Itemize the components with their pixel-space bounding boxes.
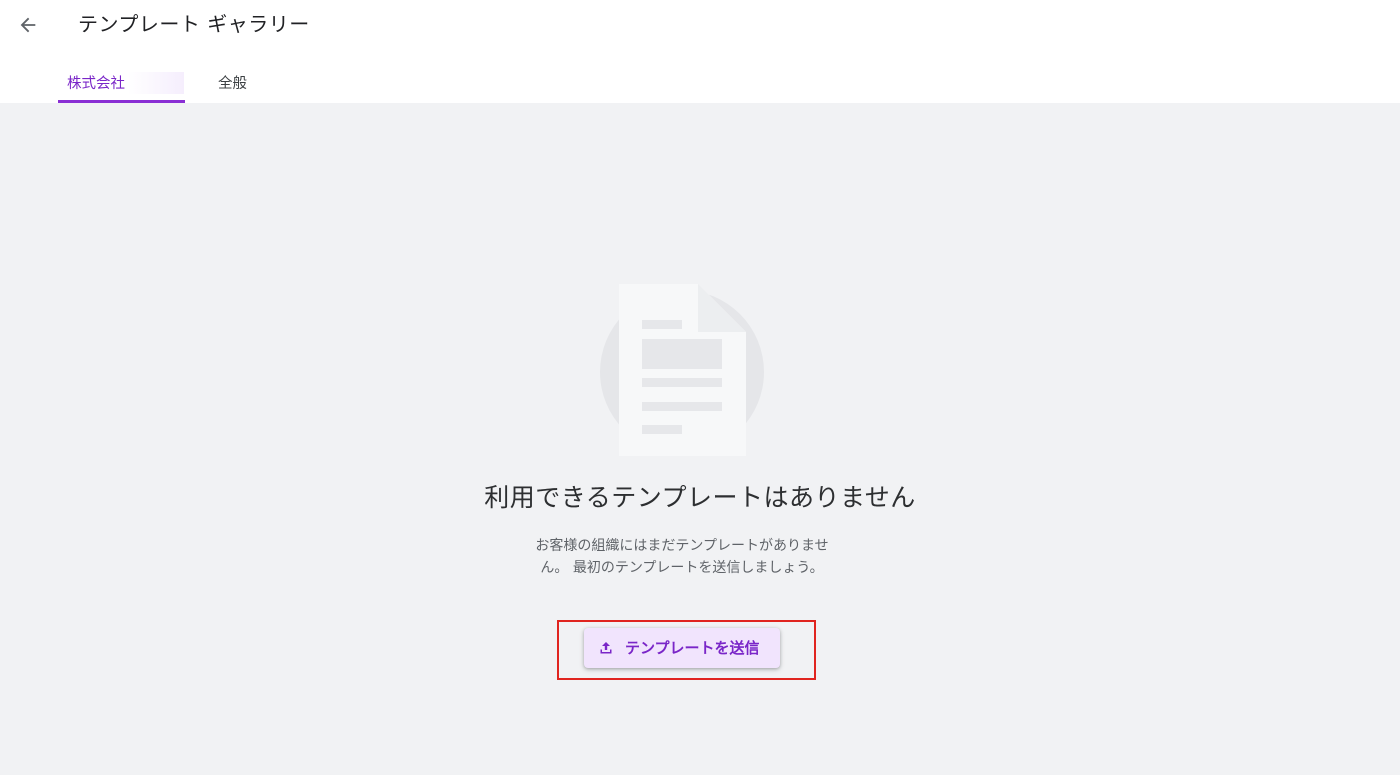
tab-company-label: 株式会社 [67, 76, 125, 92]
back-button[interactable] [12, 9, 44, 41]
arrow-back-icon [20, 17, 36, 33]
tab-label-fade [128, 72, 184, 94]
empty-state-description: お客様の組織にはまだテンプレートがありません。 最初のテンプレートを送信しましょ… [535, 538, 829, 576]
tab-general-label: 全般 [218, 76, 247, 92]
tab-company[interactable]: 株式会社 [58, 62, 185, 103]
submit-template-button-label: テンプレートを送信 [625, 639, 760, 657]
tab-general[interactable]: 全般 [205, 62, 265, 103]
empty-state-title: 利用できるテンプレートはありません [484, 483, 916, 512]
empty-state-illustration [598, 284, 768, 456]
upload-icon [600, 642, 612, 654]
app-header: テンプレート ギャラリー 株式会社 全般 [0, 0, 1400, 103]
document-icon [600, 284, 764, 456]
page-title: テンプレート ギャラリー [78, 12, 310, 36]
submit-template-button[interactable]: テンプレートを送信 [584, 628, 780, 668]
